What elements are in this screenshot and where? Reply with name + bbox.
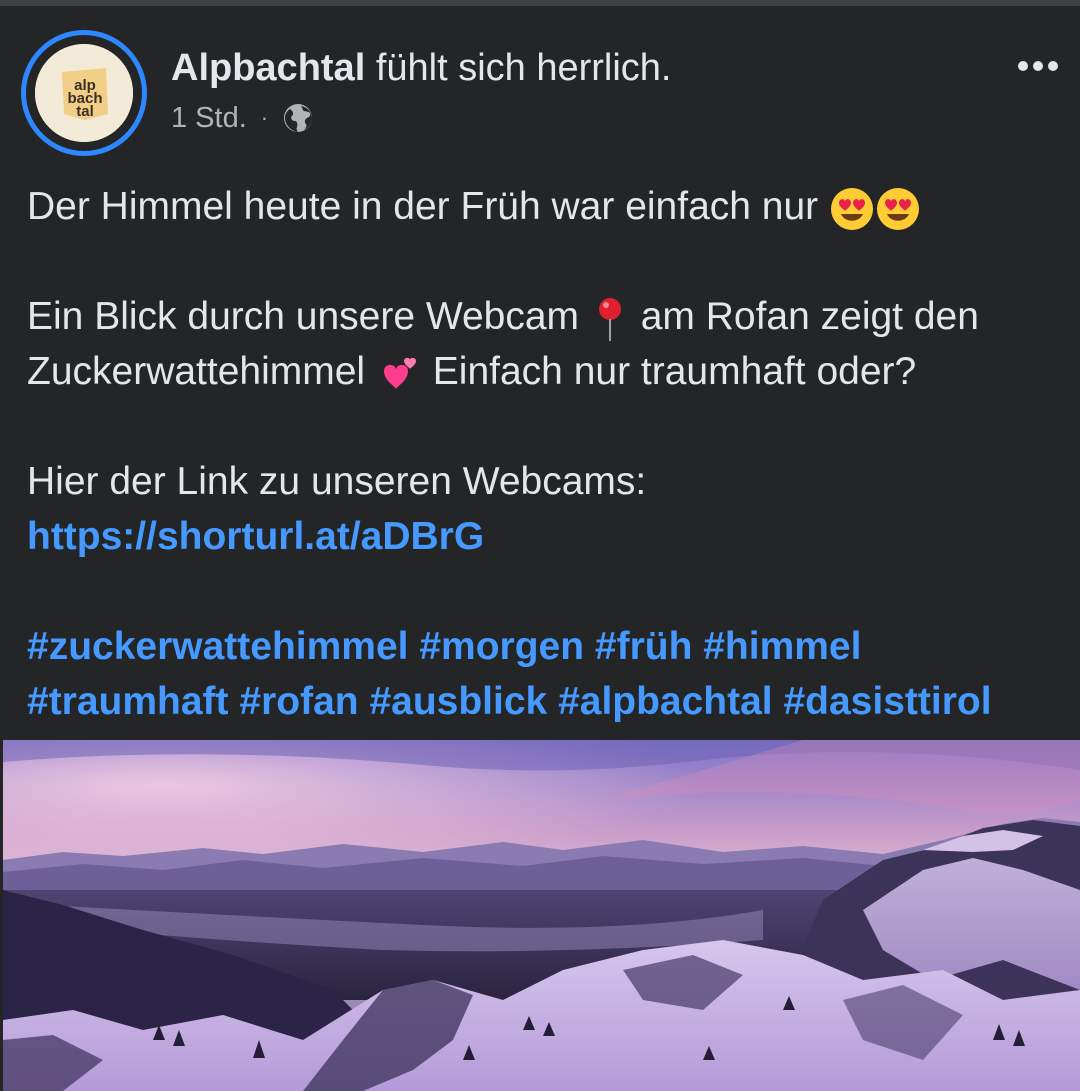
meta-separator: · [260,105,269,130]
svg-text:tal: tal [76,103,94,120]
author-name[interactable]: Alpbachtal [171,47,365,89]
post-photo[interactable] [3,740,1080,1091]
more-options-icon[interactable] [1008,50,1068,82]
hashtag-list: #zuckerwattehimmel #morgen #früh #himmel… [27,619,1067,729]
two-hearts-emoji [383,357,416,389]
webcam-link[interactable]: https://shorturl.at/aDBrG [27,509,646,564]
hashtag-link[interactable]: #traumhaft [27,680,229,723]
hashtag-link[interactable]: #früh [595,625,693,668]
hashtag-link[interactable]: #morgen [419,625,584,668]
round-pushpin-emoji [598,297,621,341]
hashtag-link[interactable]: #ausblick [369,680,547,723]
globe-icon[interactable] [282,102,314,134]
avatar[interactable]: alp bach tal [21,30,147,156]
post-meta: 1 Std. · [171,100,314,136]
hashtag-link[interactable]: #rofan [239,680,358,723]
post-timestamp[interactable]: 1 Std. [171,100,247,136]
hashtag-link[interactable]: #alpbachtal [558,680,773,723]
hashtag-link[interactable]: #dasisttirol [783,680,991,723]
alpbachtal-logo: alp bach tal [35,44,133,142]
post-text-line-1: Der Himmel heute in der Früh war einfach… [27,179,921,234]
feed-post: alp bach tal Alpbachtal fühlt sich herrl… [0,6,1080,1091]
hashtag-link[interactable]: #himmel [703,625,861,668]
post-text-paragraph-3: Hier der Link zu unseren Webcams: https:… [27,454,646,564]
post-text-paragraph-2: Ein Blick durch unsere Webcam am Rofan z… [27,289,1067,399]
hashtag-link[interactable]: #zuckerwattehimmel [27,625,409,668]
heart-eyes-emoji [877,187,920,230]
post-header-title: Alpbachtal fühlt sich herrlich. [171,46,671,90]
heart-eyes-emoji [831,187,874,230]
feeling-text: fühlt sich herrlich. [375,47,672,89]
